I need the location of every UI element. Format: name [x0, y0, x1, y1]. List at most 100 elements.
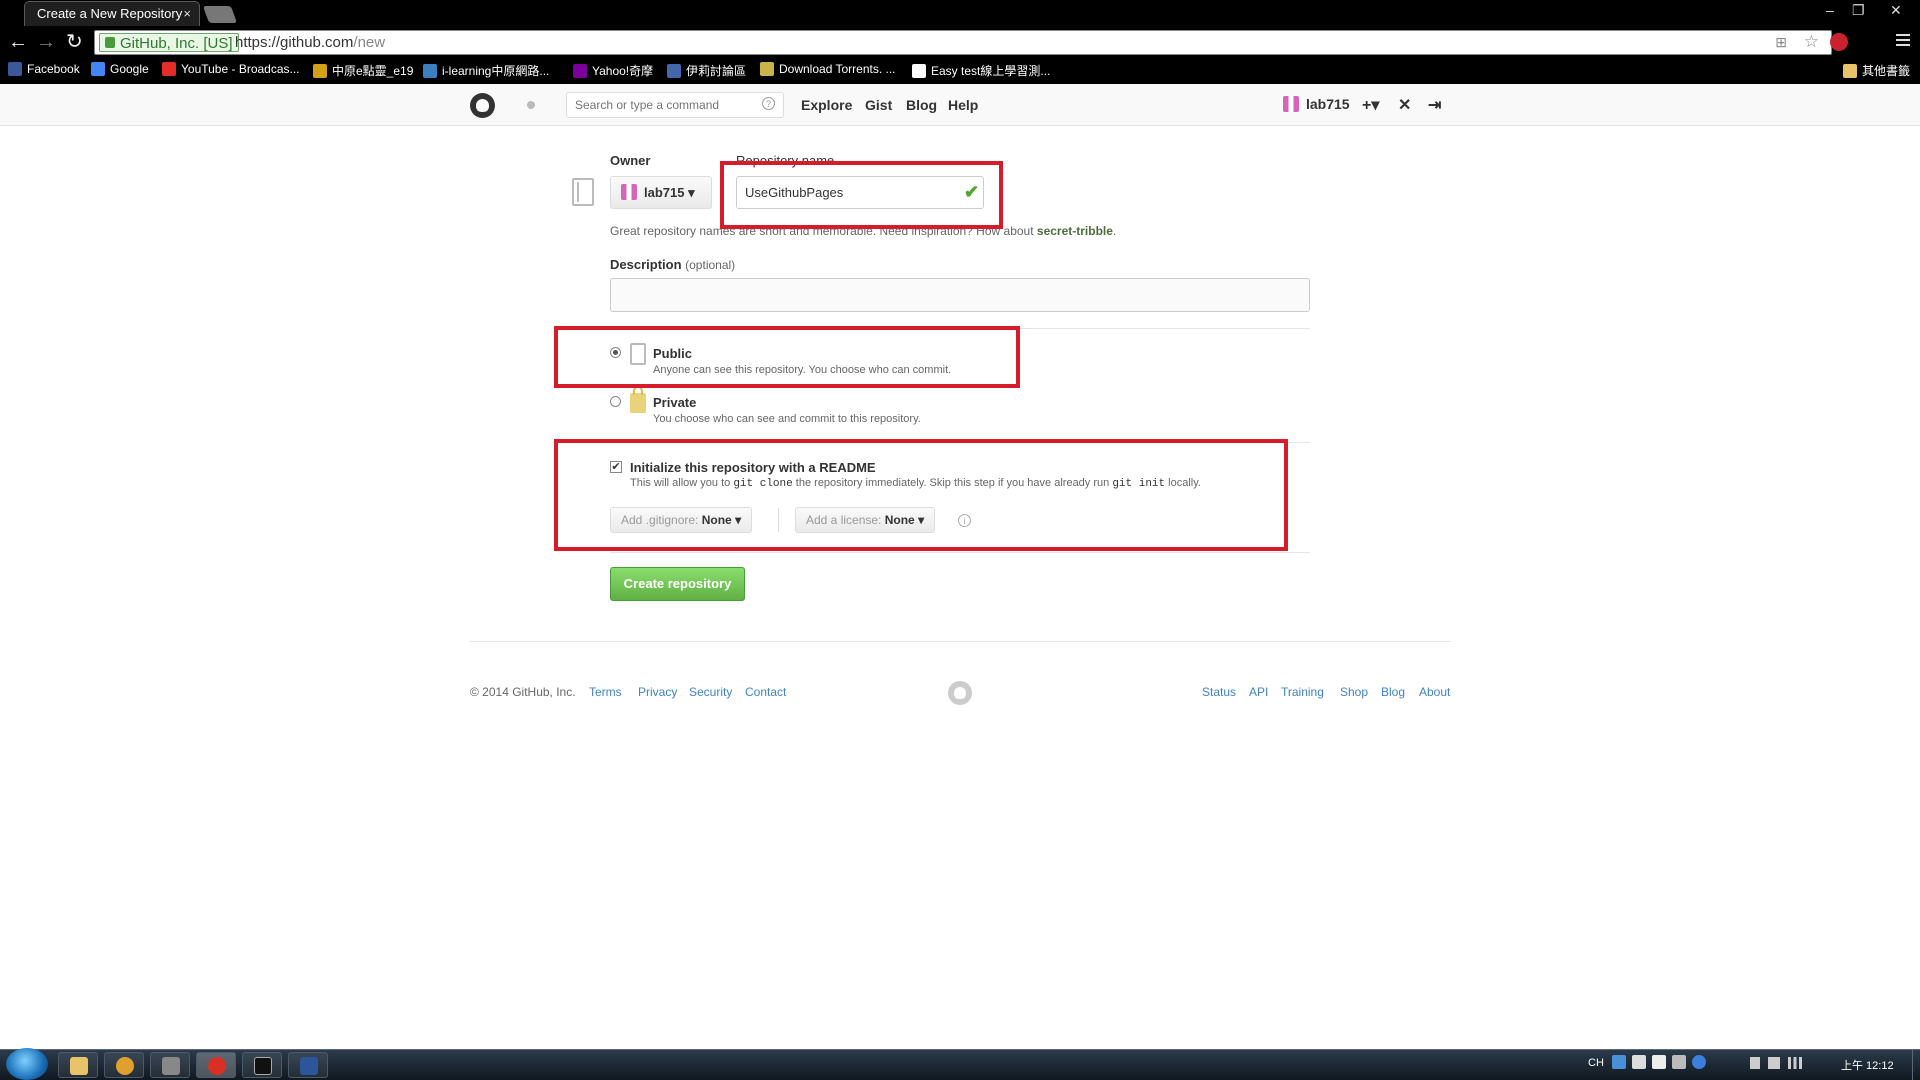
sign-out-icon[interactable]: ⇥ — [1428, 95, 1441, 115]
other-bookmarks-label: 其他書籤 — [1862, 64, 1911, 78]
copyright: © 2014 GitHub, Inc. — [470, 685, 576, 699]
footer-link-contact[interactable]: Contact — [745, 685, 786, 699]
bookmark-easytest[interactable]: Easy test線上學習測... — [912, 62, 1050, 79]
star-bookmark-icon[interactable]: ☆ — [1804, 32, 1819, 52]
forward-arrow-icon[interactable]: → — [36, 30, 56, 54]
taskbar-explorer[interactable] — [58, 1052, 98, 1078]
bookmark-label: 中原e點靈_e19 — [332, 64, 414, 78]
github-octocat-icon[interactable] — [470, 93, 495, 118]
hint-suggestion[interactable]: secret-tribble — [1037, 224, 1113, 238]
footer-link-privacy[interactable]: Privacy — [638, 685, 677, 699]
create-new-icon[interactable]: +▾ — [1362, 95, 1379, 115]
back-arrow-icon[interactable]: ← — [8, 30, 28, 54]
address-bar[interactable]: GitHub, Inc. [US] https://github.com/new… — [94, 30, 1832, 55]
signal-icon[interactable] — [1788, 1057, 1802, 1069]
bookmark-label: YouTube - Broadcas... — [181, 62, 300, 76]
owner-value: lab715 ▾ — [644, 185, 695, 200]
owner-label: Owner — [610, 153, 651, 168]
app-icon — [162, 1057, 180, 1075]
owner-dropdown[interactable]: lab715 ▾ — [610, 176, 712, 209]
bookmark-yahoo[interactable]: Yahoo!奇摩 — [573, 62, 653, 79]
highlight-readme-option — [554, 439, 1288, 551]
keyboard-icon[interactable] — [1672, 1055, 1686, 1069]
nav-explore[interactable]: Explore — [801, 97, 852, 113]
footer-link-about[interactable]: About — [1419, 685, 1450, 699]
taskbar-media[interactable] — [104, 1052, 144, 1078]
bookmark-label: Google — [110, 62, 149, 76]
footer-link-security[interactable]: Security — [689, 685, 732, 699]
window-icon[interactable] — [1652, 1055, 1666, 1069]
bookmark-cycu[interactable]: 中原e點靈_e19 — [313, 62, 413, 79]
other-bookmarks[interactable]: 其他書籤 — [1843, 62, 1910, 79]
nav-gist[interactable]: Gist — [865, 97, 892, 113]
ime-icon[interactable] — [1612, 1055, 1626, 1069]
bookmark-label: 伊莉討論區 — [686, 64, 747, 78]
browser-tab[interactable]: Create a New Repository × — [24, 1, 200, 26]
footer-link-api[interactable]: API — [1249, 685, 1268, 699]
show-desktop-button[interactable] — [1912, 1050, 1920, 1080]
lock-icon — [105, 37, 115, 48]
search-help-icon[interactable]: ? — [762, 97, 775, 110]
bookmark-eyny[interactable]: 伊莉討論區 — [667, 62, 746, 79]
translate-icon[interactable]: ⊞ — [1775, 34, 1787, 51]
taskbar-chrome[interactable] — [196, 1052, 236, 1078]
optional-tag: (optional) — [685, 258, 736, 272]
nav-help[interactable]: Help — [948, 97, 978, 113]
font-icon[interactable] — [1632, 1055, 1646, 1069]
tab-close-icon[interactable]: × — [183, 6, 191, 21]
url-path: /new — [353, 34, 386, 51]
eyny-icon — [667, 64, 681, 78]
url-host: https://github.com — [235, 34, 354, 51]
clock[interactable]: 上午 12:12 — [1841, 1057, 1894, 1073]
terminal-icon — [254, 1057, 272, 1075]
owner-avatar — [621, 184, 637, 200]
search-input[interactable] — [566, 92, 784, 118]
footer-link-training[interactable]: Training — [1281, 685, 1324, 699]
restore-button[interactable]: ❐ — [1852, 2, 1865, 19]
taskbar-cmd[interactable] — [242, 1052, 282, 1078]
highlight-repo-name — [720, 161, 1003, 229]
chrome-icon — [208, 1057, 226, 1075]
taskbar-word[interactable] — [288, 1052, 328, 1078]
shield-icon — [760, 62, 774, 76]
taskbar-app[interactable] — [150, 1052, 190, 1078]
user-menu[interactable]: lab715 — [1283, 96, 1350, 112]
start-button[interactable] — [6, 1048, 48, 1080]
bookmark-youtube[interactable]: YouTube - Broadcas... — [162, 62, 300, 76]
network-icon[interactable] — [1768, 1057, 1780, 1069]
reload-icon[interactable]: ↻ — [66, 30, 83, 54]
volume-icon[interactable] — [1750, 1057, 1760, 1069]
minimize-button[interactable]: – — [1826, 2, 1834, 18]
private-radio[interactable] — [610, 396, 621, 407]
settings-tools-icon[interactable]: ✕ — [1398, 95, 1411, 115]
create-repository-button[interactable]: Create repository — [610, 567, 745, 601]
bookmark-torrents[interactable]: Download Torrents. ... — [760, 62, 896, 76]
new-tab-button[interactable] — [202, 6, 238, 23]
footer-link-status[interactable]: Status — [1202, 685, 1236, 699]
highlight-public-option — [554, 326, 1020, 388]
username: lab715 — [1306, 96, 1350, 112]
bookmark-label: Easy test線上學習測... — [931, 64, 1051, 78]
bookmark-facebook[interactable]: Facebook — [8, 62, 80, 76]
bookmark-google[interactable]: Google — [91, 62, 149, 76]
input-language[interactable]: CH — [1588, 1057, 1604, 1069]
footer-link-terms[interactable]: Terms — [589, 685, 622, 699]
nav-blog[interactable]: Blog — [906, 97, 937, 113]
divider — [610, 552, 1310, 553]
youtube-icon — [162, 62, 176, 76]
facebook-icon — [8, 62, 22, 76]
close-window-button[interactable]: ✕ — [1890, 2, 1902, 19]
notifications-icon[interactable] — [527, 101, 535, 109]
help-icon[interactable] — [1692, 1055, 1706, 1069]
footer-link-blog[interactable]: Blog — [1381, 685, 1405, 699]
description-input[interactable] — [610, 278, 1310, 312]
github-footer-icon[interactable] — [948, 681, 972, 705]
bookmark-ilearning[interactable]: i-learning中原網路... — [423, 62, 549, 79]
extension-icon[interactable] — [1830, 33, 1848, 51]
avatar — [1283, 96, 1299, 112]
lock-icon — [630, 386, 646, 413]
ev-certificate-badge[interactable]: GitHub, Inc. [US] — [99, 33, 239, 52]
footer-divider — [470, 641, 1451, 642]
footer-link-shop[interactable]: Shop — [1340, 685, 1368, 699]
menu-icon[interactable] — [1896, 34, 1910, 46]
